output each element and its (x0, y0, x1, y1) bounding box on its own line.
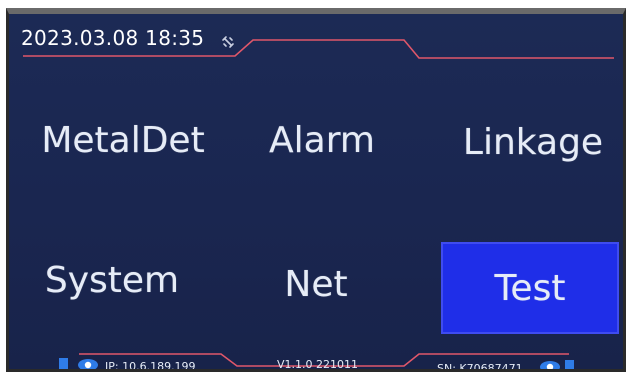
serial-number: SN: K70687471 (437, 362, 523, 372)
device-screen: 2023.03.08 18:35 MetalDet Alarm Linkage … (6, 8, 626, 372)
datetime-display: 2023.03.08 18:35 (21, 26, 205, 50)
eye-icon (540, 361, 560, 369)
menu-item-alarm[interactable]: Alarm (227, 112, 417, 168)
link-broken-icon (222, 36, 234, 48)
status-square-icon (59, 358, 68, 369)
menu-item-metaldet[interactable]: MetalDet (23, 112, 223, 168)
menu-item-label: Test (494, 267, 566, 309)
eye-icon (78, 359, 98, 369)
menu-item-system[interactable]: System (23, 252, 201, 308)
menu-item-label: Net (284, 263, 348, 305)
menu-item-label: System (44, 259, 180, 301)
status-square-icon (565, 360, 574, 369)
firmware-version: V1.1.0 221011 (277, 358, 359, 371)
menu-item-label: Alarm (269, 119, 375, 161)
menu-item-label: MetalDet (41, 119, 205, 161)
menu-item-linkage[interactable]: Linkage (447, 114, 619, 170)
ip-address: IP: 10.6.189.199 (105, 360, 196, 372)
menu-item-net[interactable]: Net (241, 256, 391, 312)
menu-item-test[interactable]: Test (441, 242, 619, 334)
menu-item-label: Linkage (462, 121, 604, 163)
